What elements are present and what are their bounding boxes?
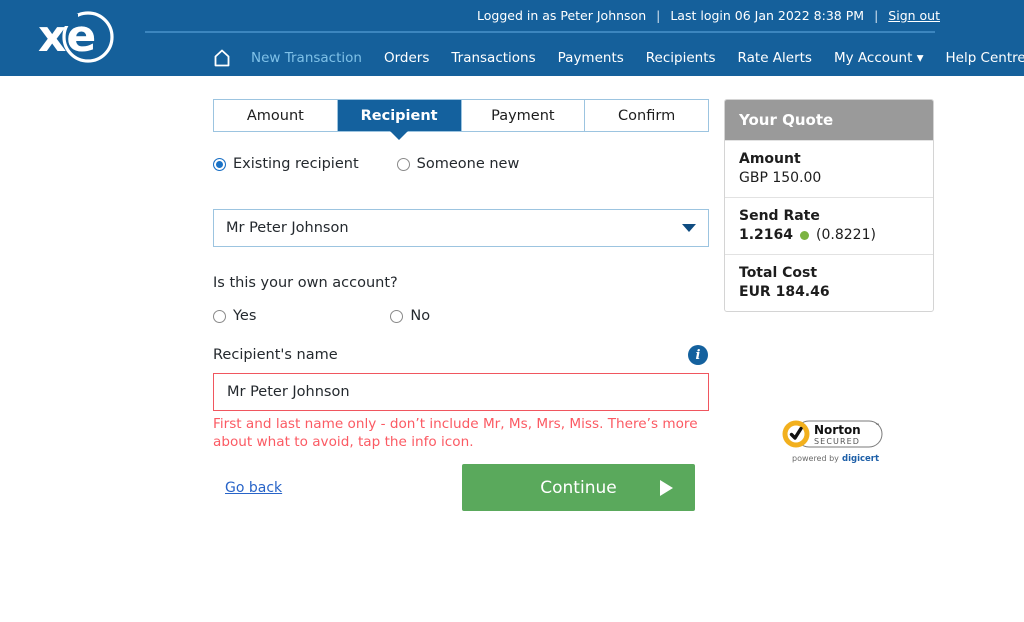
own-account-group: Yes No bbox=[213, 308, 430, 324]
continue-button-label: Continue bbox=[540, 477, 617, 498]
radio-existing-recipient-input[interactable] bbox=[213, 157, 226, 171]
radio-own-account-no-input[interactable] bbox=[390, 309, 404, 323]
svg-text:Norton: Norton bbox=[814, 423, 861, 437]
radio-own-account-yes-label: Yes bbox=[233, 308, 257, 324]
recipient-name-input[interactable]: Mr Peter Johnson bbox=[213, 373, 709, 411]
page-content: Amount Recipient Payment Confirm Existin… bbox=[0, 76, 1024, 622]
nav-item-recipients[interactable]: Recipients bbox=[635, 50, 727, 66]
quote-send-rate-label: Send Rate bbox=[739, 208, 820, 224]
radio-own-account-no-label: No bbox=[410, 308, 431, 324]
quote-amount-label: Amount bbox=[739, 151, 801, 167]
own-account-question: Is this your own account? bbox=[213, 275, 398, 291]
xe-logo[interactable]: xe bbox=[22, 10, 132, 66]
tab-recipient[interactable]: Recipient bbox=[337, 100, 462, 140]
utility-separator-1: | bbox=[656, 7, 661, 23]
nav-item-new-transaction[interactable]: New Transaction bbox=[240, 50, 373, 66]
quote-panel: Your Quote Amount GBP 150.00 Send Rate 1… bbox=[724, 99, 934, 312]
recipient-type-group: Existing recipient Someone new bbox=[213, 156, 519, 172]
radio-own-account-yes-input[interactable] bbox=[213, 309, 226, 323]
nav-item-help-centre[interactable]: Help Centre bbox=[934, 50, 1024, 66]
recipient-name-error: First and last name only - don’t include… bbox=[213, 416, 698, 450]
nav-item-payments[interactable]: Payments bbox=[547, 50, 635, 66]
quote-total-cost-label: Total Cost bbox=[739, 265, 818, 281]
nav-item-transactions[interactable]: Transactions bbox=[440, 50, 546, 66]
radio-existing-recipient-label: Existing recipient bbox=[233, 156, 359, 172]
radio-own-account-no[interactable]: No bbox=[390, 308, 430, 324]
nav-item-orders[interactable]: Orders bbox=[373, 50, 440, 66]
chevron-down-icon[interactable] bbox=[682, 224, 696, 232]
quote-send-rate-line: 1.2164 (0.8221) bbox=[739, 227, 919, 243]
info-icon[interactable]: i bbox=[688, 345, 708, 365]
step-tabs: Amount Recipient Payment Confirm bbox=[213, 99, 709, 140]
quote-panel-title: Your Quote bbox=[725, 100, 933, 140]
quote-amount-value: GBP 150.00 bbox=[739, 170, 822, 186]
go-back-link[interactable]: Go back bbox=[225, 480, 282, 496]
continue-button[interactable]: Continue bbox=[462, 464, 695, 511]
svg-text:SECURED: SECURED bbox=[814, 437, 860, 446]
utility-separator-2: | bbox=[874, 7, 879, 23]
last-login: Last login 06 Jan 2022 8:38 PM bbox=[670, 7, 865, 23]
quote-send-rate-inverse: (0.8221) bbox=[816, 227, 876, 243]
rate-status-dot-icon bbox=[800, 230, 810, 240]
quote-row-total-cost: Total Cost EUR 184.46 bbox=[725, 254, 933, 311]
utility-bar: Logged in as Peter Johnson | Last login … bbox=[464, 0, 1024, 30]
tab-confirm[interactable]: Confirm bbox=[585, 100, 708, 131]
sign-out-link[interactable]: Sign out bbox=[888, 8, 940, 23]
svg-text:™: ™ bbox=[875, 423, 880, 429]
recipient-select[interactable]: Mr Peter Johnson bbox=[213, 209, 709, 247]
quote-total-cost-value: EUR 184.46 bbox=[739, 284, 830, 300]
svg-text:powered by: powered by bbox=[792, 454, 839, 463]
home-icon[interactable] bbox=[212, 47, 232, 69]
nav-item-rate-alerts[interactable]: Rate Alerts bbox=[727, 50, 823, 66]
logged-in-as: Logged in as Peter Johnson bbox=[477, 7, 647, 23]
arrow-right-icon bbox=[660, 479, 673, 496]
recipient-name-label: Recipient's name bbox=[213, 347, 338, 363]
site-header: xe Logged in as Peter Johnson | Last log… bbox=[0, 0, 1024, 76]
svg-text:digicert: digicert bbox=[842, 454, 879, 464]
main-navigation: New Transaction Orders Transactions Paym… bbox=[212, 44, 1024, 72]
nav-item-my-account[interactable]: My Account ▾ bbox=[823, 50, 935, 66]
tab-amount[interactable]: Amount bbox=[214, 100, 338, 131]
radio-own-account-yes[interactable]: Yes bbox=[213, 308, 256, 324]
header-divider bbox=[145, 31, 935, 33]
recipient-select-value: Mr Peter Johnson bbox=[226, 220, 349, 236]
quote-row-send-rate: Send Rate 1.2164 (0.8221) bbox=[725, 197, 933, 254]
radio-existing-recipient[interactable]: Existing recipient bbox=[213, 156, 359, 172]
norton-secured-badge[interactable]: Norton ™ SECURED powered by digicert bbox=[776, 419, 886, 467]
radio-someone-new-label: Someone new bbox=[416, 156, 520, 172]
tab-payment[interactable]: Payment bbox=[462, 100, 586, 131]
radio-someone-new[interactable]: Someone new bbox=[396, 156, 520, 172]
quote-send-rate-value: 1.2164 bbox=[739, 227, 794, 243]
radio-someone-new-input[interactable] bbox=[396, 157, 410, 171]
quote-row-amount: Amount GBP 150.00 bbox=[725, 140, 933, 197]
